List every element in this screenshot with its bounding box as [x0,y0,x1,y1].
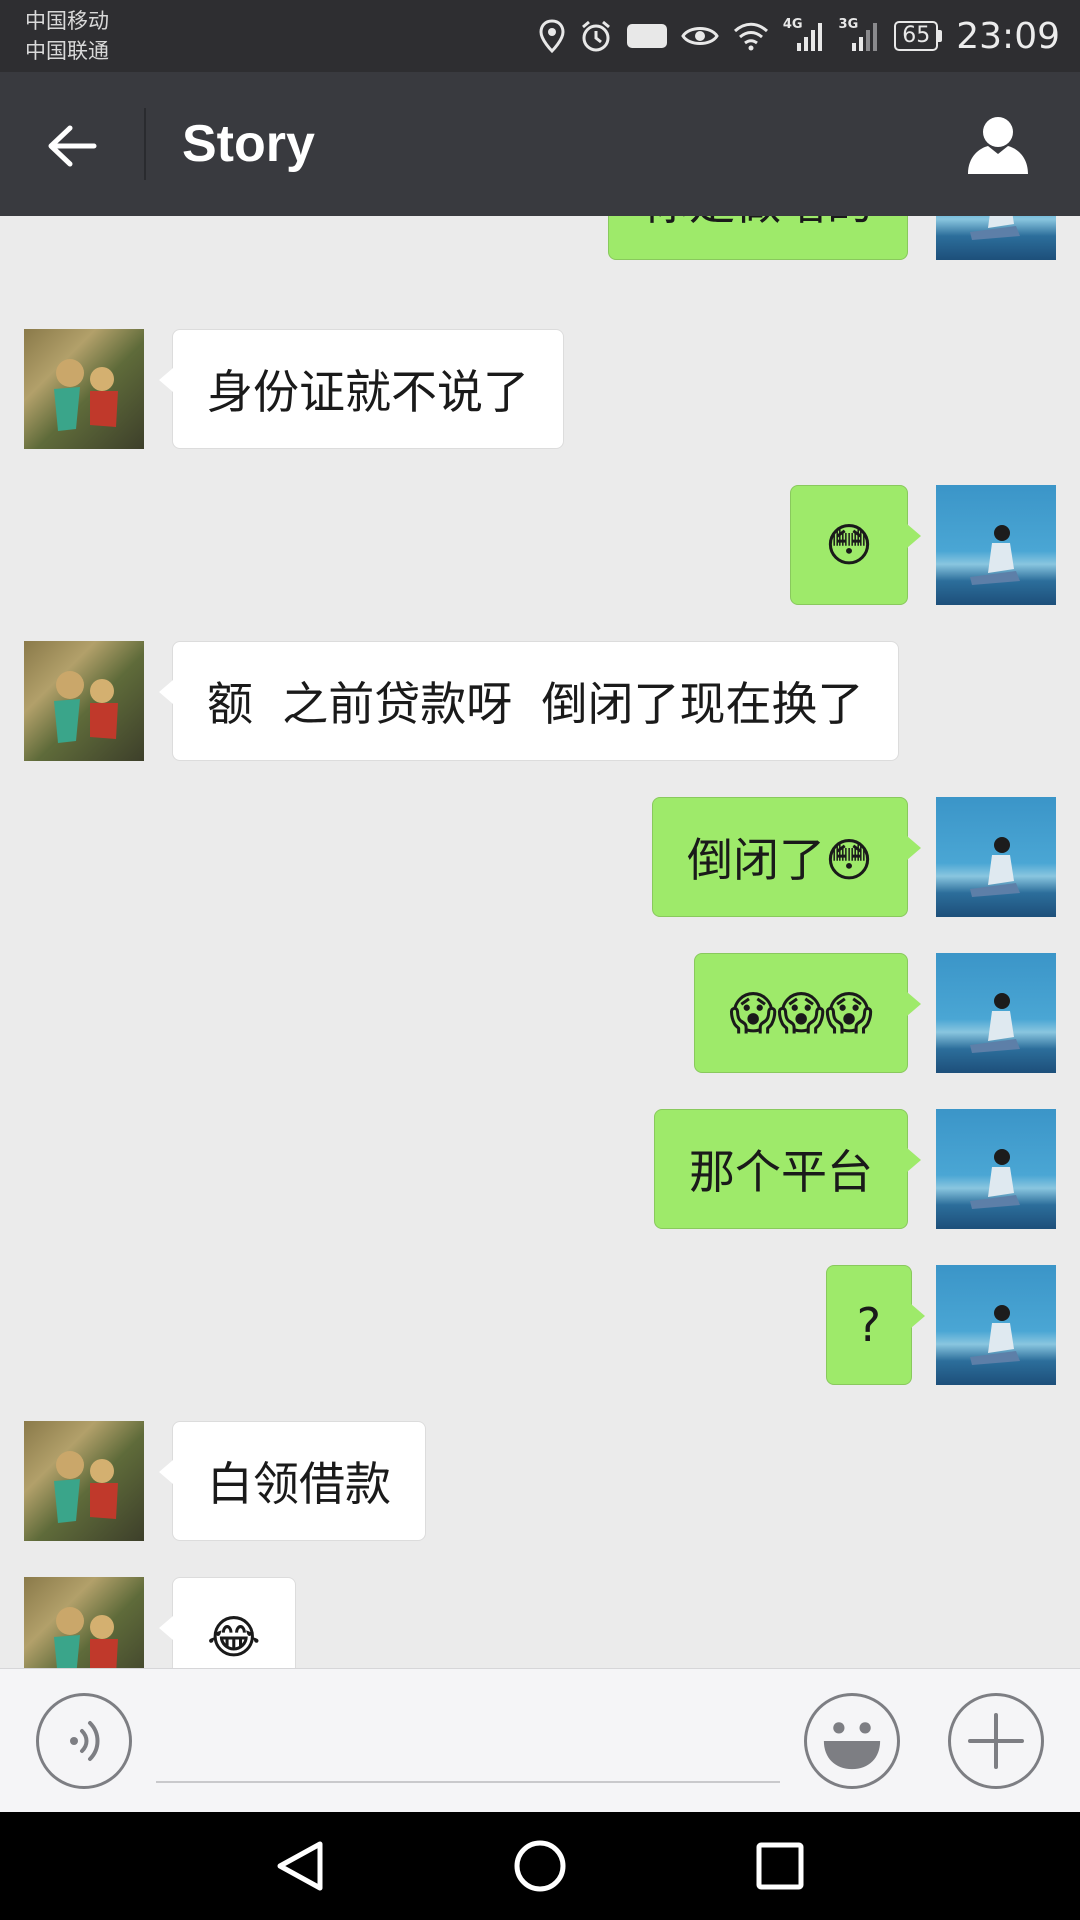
message-bubble[interactable]: 白领借款 [159,1421,426,1541]
status-icons: HD 4G 3G 65 23:09 [539,10,1060,62]
message-bubble[interactable]: 你是做啥的 [608,216,908,260]
voice-button[interactable] [36,1693,132,1789]
message-bubble[interactable]: 😱😱😱 [694,953,921,1073]
message-incoming: 白领借款 [0,1421,1080,1541]
message-text: 倒闭了😳 [687,833,873,887]
back-triangle-icon [277,1841,323,1891]
back-button[interactable] [44,118,100,174]
message-outgoing: ? [0,1265,1080,1385]
message-list[interactable]: 你是做啥的 身份证就不说了 😳 额 之前贷款呀 倒闭了现在换了 倒闭了😳 😱😱😱 [0,216,1080,1668]
hd-icon: HD [627,24,667,48]
message-incoming: 身份证就不说了 [0,329,1080,449]
message-outgoing: 那个平台 [0,1109,1080,1229]
avatar-contact[interactable] [24,1577,144,1668]
recents-square-icon [756,1842,804,1890]
message-text: 那个平台 [689,1145,873,1199]
message-incoming: 额 之前贷款呀 倒闭了现在换了 [0,641,1080,761]
message-bubble[interactable]: 😳 [790,485,921,605]
home-circle-icon [514,1840,566,1892]
eye-icon [681,22,719,50]
message-text: 你是做啥的 [643,216,873,233]
nav-home-button[interactable] [504,1830,576,1902]
message-outgoing: 你是做啥的 [0,216,1080,260]
chat-title: Story [182,115,315,173]
carrier-name-2: 中国联通 [25,39,109,63]
message-bubble[interactable]: 😂 [159,1577,296,1668]
carrier-info: 中国移动 中国联通 [25,6,109,66]
status-bar: 中国移动 中国联通 HD 4G 3G 65 23:09 [0,0,1080,72]
message-text: ? [856,1298,881,1352]
nav-recents-button[interactable] [744,1830,816,1902]
avatar-contact[interactable] [24,641,144,761]
message-outgoing: 😱😱😱 [0,953,1080,1073]
header-divider [144,108,146,180]
system-navigation-bar [0,1812,1080,1920]
avatar-self[interactable] [936,485,1056,605]
message-bubble[interactable]: 身份证就不说了 [159,329,564,449]
wifi-icon [733,21,769,51]
network-type-2: 3G [838,16,859,32]
voice-icon [70,1721,100,1761]
person-icon [968,117,1028,174]
chat-info-button[interactable] [966,112,1030,176]
message-outgoing: 倒闭了😳 [0,797,1080,917]
message-incoming: 😂 [0,1577,1080,1668]
avatar-self[interactable] [936,1109,1056,1229]
location-icon [539,19,565,53]
message-text: 😂 [207,1610,261,1664]
avatar-self[interactable] [936,797,1056,917]
carrier-name-1: 中国移动 [25,9,109,33]
avatar-self[interactable] [936,216,1056,260]
more-button[interactable] [948,1693,1044,1789]
title-bar: Story [0,72,1080,216]
message-outgoing: 😳 [0,485,1080,605]
arrow-left-icon [48,125,97,167]
avatar-contact[interactable] [24,1421,144,1541]
message-bubble[interactable]: 倒闭了😳 [652,797,921,917]
message-bubble[interactable]: 额 之前贷款呀 倒闭了现在换了 [159,641,899,761]
smiley-icon [823,1722,881,1770]
battery-icon: 65 [894,21,943,51]
emoji-button[interactable] [804,1693,900,1789]
avatar-contact[interactable] [24,329,144,449]
message-text: 白领借款 [207,1457,391,1511]
avatar-self[interactable] [936,1265,1056,1385]
message-text: 😳 [825,518,873,572]
signal-icon: 4G [783,17,825,51]
clock: 23:09 [956,15,1060,57]
message-bubble[interactable]: 那个平台 [654,1109,921,1229]
chat-screen: 中国移动 中国联通 HD 4G 3G 65 23:09 Story 身份证就不说… [0,0,1080,1920]
network-type-1: 4G [782,16,803,32]
message-bubble[interactable]: ? [825,1265,926,1385]
avatar-self[interactable] [936,953,1056,1073]
battery-level: 65 [894,21,939,51]
signal-icon: 3G [839,17,881,51]
message-text: 身份证就不说了 [207,365,529,419]
message-input[interactable] [156,1699,780,1783]
nav-back-button[interactable] [264,1830,336,1902]
message-text: 😱😱😱 [729,986,873,1040]
alarm-icon [579,19,613,53]
input-bar [0,1668,1080,1812]
plus-icon [968,1713,1024,1769]
message-text: 额 之前贷款呀 倒闭了现在换了 [207,677,864,731]
